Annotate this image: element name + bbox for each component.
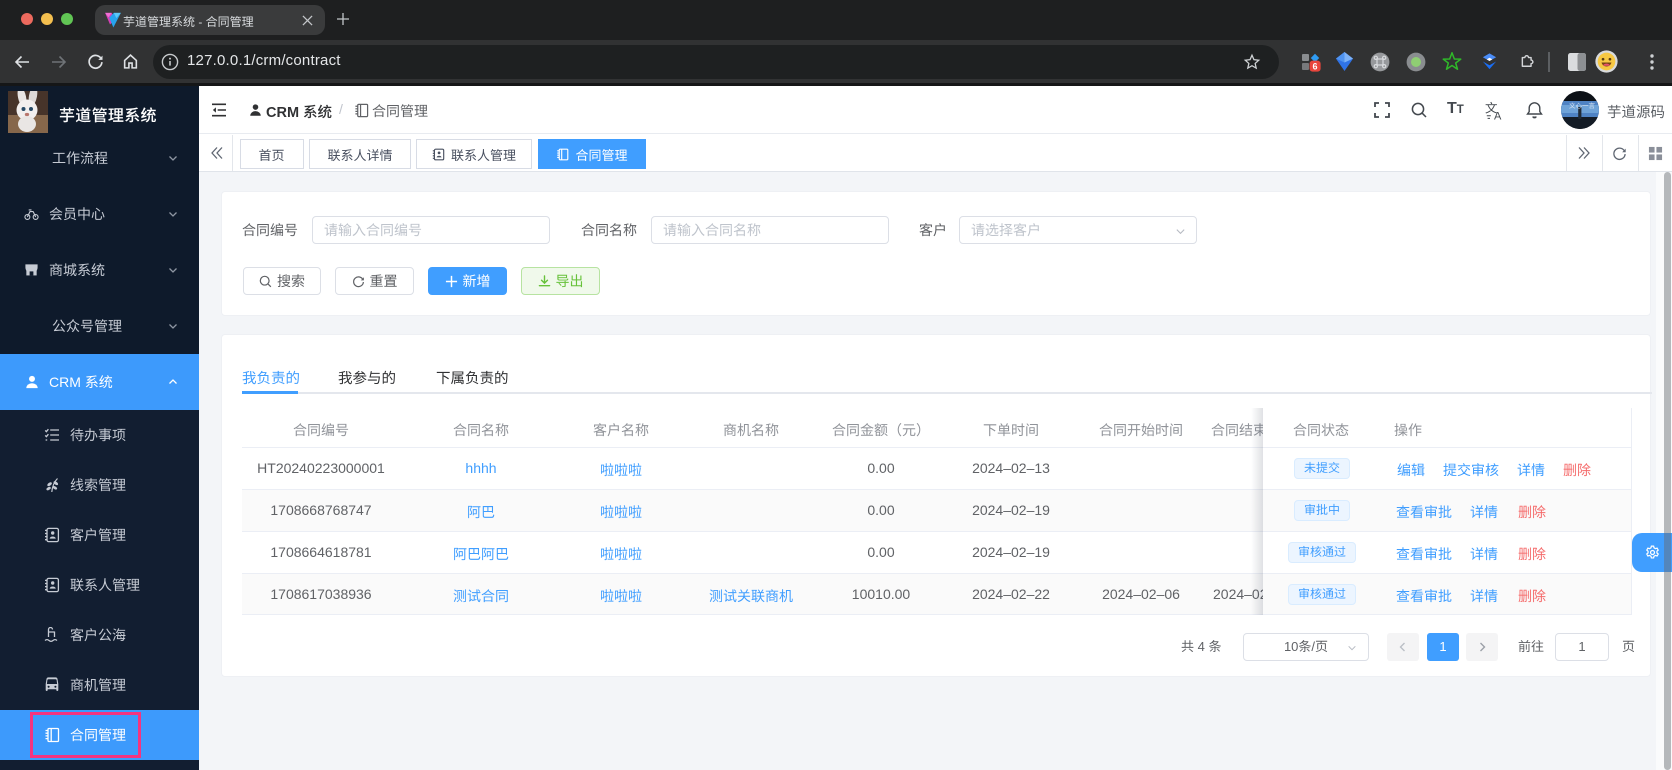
svg-text:A: A	[1494, 111, 1502, 121]
svg-text:文心一言: 文心一言	[1569, 100, 1596, 110]
svg-text:6: 6	[1312, 61, 1317, 71]
